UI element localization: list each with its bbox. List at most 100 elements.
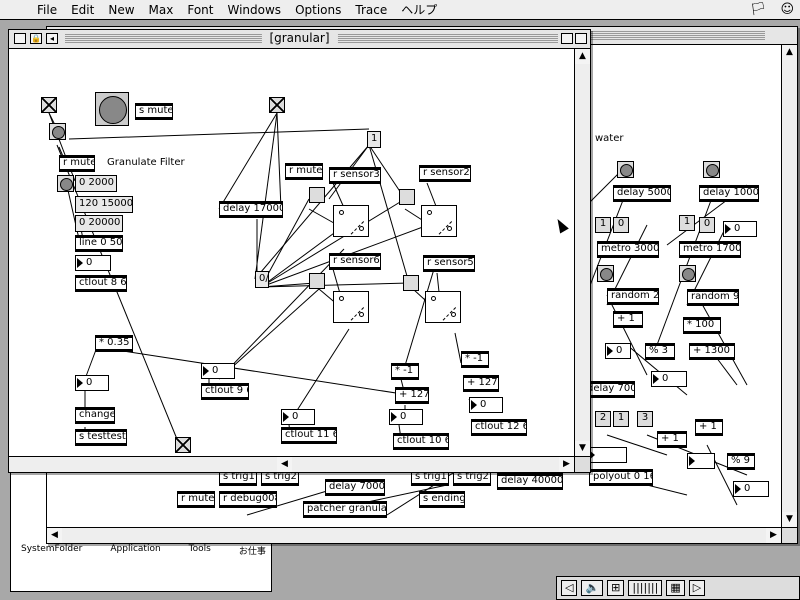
back-bang-3[interactable] xyxy=(597,265,614,282)
back-bang-2[interactable] xyxy=(703,161,720,178)
obj-ctlout-10-6[interactable]: ctlout 10 6 xyxy=(393,433,449,450)
obj-metro-1700[interactable]: metro 1700 xyxy=(679,241,741,258)
strip-speaker-icon[interactable]: 🔈 xyxy=(581,580,604,596)
obj-mul-neg1-a[interactable]: * -1 xyxy=(391,363,419,380)
bang-2[interactable] xyxy=(57,175,74,192)
gate-3[interactable] xyxy=(333,291,369,323)
finder-icon-work[interactable]: お仕事 xyxy=(239,544,266,557)
msg-1[interactable]: 1 xyxy=(367,131,381,148)
obj-mod-9[interactable]: % 9 xyxy=(727,453,755,470)
finder-icon-systemfolder[interactable]: SystemFolder xyxy=(21,544,82,557)
strip-volume-bar[interactable]: ||||||| xyxy=(628,580,663,596)
menu-new[interactable]: New xyxy=(101,3,141,17)
toggle-sensor5[interactable] xyxy=(403,275,419,291)
obj-add-127-a[interactable]: + 127 xyxy=(395,387,429,404)
number-box-3[interactable]: 0 xyxy=(201,363,235,379)
bang-1[interactable] xyxy=(49,123,66,140)
obj-s-testtest[interactable]: s testtest xyxy=(75,429,127,446)
obj-add-1[interactable]: + 1 xyxy=(613,311,643,328)
obj-mul-100[interactable]: * 100 xyxy=(683,317,721,334)
toggle-left[interactable] xyxy=(41,97,57,113)
back-toggle-5[interactable]: 2 xyxy=(595,411,611,427)
zoom-box-icon[interactable] xyxy=(561,33,573,44)
scroll-up-icon[interactable]: ▲ xyxy=(782,45,797,60)
back-toggle-7[interactable]: 3 xyxy=(637,411,653,427)
number-box-6[interactable]: 0 xyxy=(389,409,423,425)
msg-0-2000[interactable]: 0 2000 xyxy=(75,175,117,192)
scroll-left-icon[interactable]: ◀ xyxy=(47,528,62,543)
msg-0-20000[interactable]: 0 20000 xyxy=(75,215,123,232)
obj-add-1300[interactable]: + 1300 xyxy=(689,343,735,360)
menu-max[interactable]: Max xyxy=(142,3,181,17)
scroll-right-icon[interactable]: ▶ xyxy=(559,457,574,472)
obj-r-mute-1[interactable]: r mute xyxy=(59,155,95,172)
scroll-down-icon[interactable]: ▼ xyxy=(575,441,590,456)
back-toggle-3[interactable]: 1 xyxy=(679,215,695,231)
obj-s-mute[interactable]: s mute xyxy=(135,103,173,120)
msg-120-15000[interactable]: 120 15000 xyxy=(75,196,133,213)
back-number-box-6[interactable] xyxy=(587,447,627,463)
back-toggle-1[interactable]: 1 xyxy=(595,217,611,233)
strip-collapse-icon[interactable]: ◁ xyxy=(561,580,578,596)
cursor-icon[interactable]: ◂ xyxy=(46,33,58,44)
finder-icon-application[interactable]: Application xyxy=(110,544,160,557)
obj-s-ending[interactable]: s ending xyxy=(419,491,465,508)
lock-icon[interactable]: 🔒 xyxy=(30,33,42,44)
obj-r-mute-2[interactable]: r mute xyxy=(285,163,323,180)
toggle-right[interactable] xyxy=(269,97,285,113)
strip-monitor-icon[interactable]: ▦ xyxy=(666,580,685,596)
obj-random-2[interactable]: random 2 xyxy=(607,288,659,305)
back-toggle-6[interactable]: 1 xyxy=(613,411,629,427)
obj-mod-3[interactable]: % 3 xyxy=(645,343,675,360)
obj-r-debug008[interactable]: r debug008 xyxy=(219,491,277,508)
obj-ctlout-11-6[interactable]: ctlout 11 6 xyxy=(281,427,337,444)
grow-box[interactable] xyxy=(574,456,590,472)
toggle-bottom[interactable] xyxy=(175,437,191,453)
granular-hscroll[interactable]: ◀ ▶ xyxy=(9,456,574,472)
back-number-box-4[interactable] xyxy=(687,453,715,469)
obj-delay-5000[interactable]: delay 5000 xyxy=(613,185,671,202)
obj-polyout[interactable]: polyout 0 16 xyxy=(589,469,653,486)
obj-metro-3000[interactable]: metro 3000 xyxy=(597,241,659,258)
scroll-right-icon[interactable]: ▶ xyxy=(766,528,781,543)
obj-ctlout-9-6[interactable]: ctlout 9 6 xyxy=(201,383,249,400)
obj-ctlout-8-6[interactable]: ctlout 8 6 xyxy=(75,275,127,292)
granular-window-titlebar[interactable]: 🔒 ◂ [granular] xyxy=(9,30,590,49)
back-window-vscroll[interactable]: ▲ ▼ xyxy=(781,45,797,527)
menu-file[interactable]: File xyxy=(30,3,64,17)
menu-edit[interactable]: Edit xyxy=(64,3,101,17)
obj-mul-neg1-b[interactable]: * -1 xyxy=(461,351,489,368)
obj-r-mute[interactable]: r mute xyxy=(177,491,215,508)
strip-expand-icon[interactable]: ▷ xyxy=(688,580,706,596)
back-window-hscroll[interactable]: ◀ ▶ xyxy=(47,527,781,543)
obj-mul-0-35[interactable]: * 0.35 xyxy=(95,335,133,352)
toggle-sensor6[interactable] xyxy=(309,273,325,289)
strip-display-icon[interactable]: ⊞ xyxy=(607,580,625,596)
obj-r-sensor3[interactable]: r sensor3 xyxy=(329,167,381,184)
back-number-box-2[interactable]: 0 xyxy=(605,343,631,359)
back-number-box-3[interactable]: 0 xyxy=(651,371,687,387)
scroll-up-icon[interactable]: ▲ xyxy=(575,49,590,64)
obj-delay-7000[interactable]: delay 7000 xyxy=(325,479,385,496)
menu-windows[interactable]: Windows xyxy=(220,3,288,17)
obj-change[interactable]: change xyxy=(75,407,115,424)
menu-options[interactable]: Options xyxy=(288,3,348,17)
back-number-box-1[interactable]: 0 xyxy=(723,221,757,237)
back-bang-4[interactable] xyxy=(679,265,696,282)
gate-4[interactable] xyxy=(425,291,461,323)
number-box-1[interactable]: 0 xyxy=(75,255,111,271)
number-box-4[interactable]: 0 xyxy=(469,397,503,413)
obj-ctlout-12-6[interactable]: ctlout 12 6 xyxy=(471,419,527,436)
finder-app-icon[interactable]: ☺ xyxy=(780,2,794,17)
close-box-icon[interactable] xyxy=(14,33,26,44)
obj-add-1-c[interactable]: + 1 xyxy=(695,419,723,436)
obj-r-sensor6[interactable]: r sensor6 xyxy=(329,253,381,270)
granular-vscroll[interactable]: ▲ ▼ xyxy=(574,49,590,456)
menu-trace[interactable]: Trace xyxy=(348,3,394,17)
flag-icon[interactable]: 🏳 xyxy=(750,2,767,17)
obj-delay-17000[interactable]: delay 17000 xyxy=(219,201,283,218)
obj-r-sensor2[interactable]: r sensor2 xyxy=(419,165,471,182)
obj-add-127-b[interactable]: + 127 xyxy=(463,375,499,392)
obj-add-1-b[interactable]: + 1 xyxy=(657,431,687,448)
toggle-sensor2[interactable] xyxy=(399,189,415,205)
